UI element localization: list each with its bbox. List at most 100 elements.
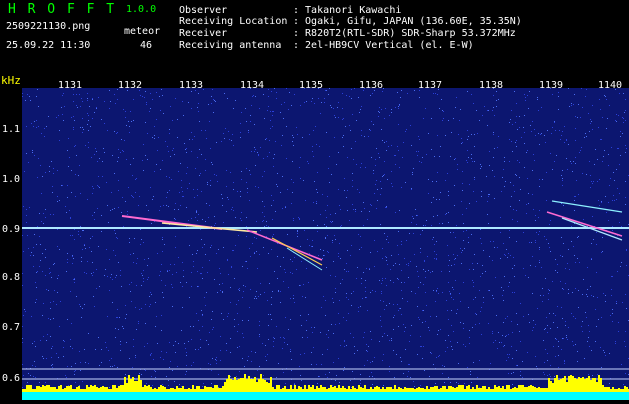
power-bar <box>50 387 52 392</box>
noise-speck <box>216 175 217 176</box>
noise-speck <box>372 361 373 362</box>
noise-speck <box>525 97 526 98</box>
noise-speck <box>357 350 358 351</box>
power-bar <box>256 382 258 392</box>
noise-speck <box>502 295 503 296</box>
noise-speck <box>413 218 414 219</box>
noise-speck <box>331 324 332 325</box>
noise-speck <box>226 350 227 351</box>
noise-speck <box>271 195 272 196</box>
power-bar <box>150 387 152 392</box>
noise-speck <box>79 385 80 386</box>
noise-speck <box>611 289 612 290</box>
noise-speck <box>178 209 179 210</box>
noise-speck <box>74 278 75 279</box>
noise-speck <box>36 120 37 121</box>
noise-speck <box>145 122 146 123</box>
noise-speck <box>511 346 512 347</box>
noise-speck <box>215 223 216 224</box>
noise-speck <box>86 273 87 274</box>
noise-speck <box>425 292 426 293</box>
noise-speck <box>436 199 437 200</box>
noise-speck <box>249 248 250 249</box>
noise-speck <box>118 149 119 150</box>
noise-speck <box>391 183 392 184</box>
power-bar <box>186 389 188 392</box>
noise-speck <box>186 365 187 366</box>
power-bar <box>110 389 112 392</box>
noise-speck <box>461 201 462 202</box>
noise-speck <box>147 279 148 280</box>
noise-speck <box>277 173 278 174</box>
noise-speck <box>325 238 326 239</box>
power-bar <box>618 388 620 392</box>
noise-speck <box>70 235 71 236</box>
power-bar <box>294 385 296 392</box>
noise-speck <box>511 196 512 197</box>
noise-speck <box>451 346 452 347</box>
noise-speck <box>567 169 568 170</box>
noise-speck <box>253 95 254 96</box>
noise-speck <box>205 254 206 255</box>
power-bar <box>366 389 368 392</box>
noise-speck <box>98 246 99 247</box>
noise-speck <box>22 342 23 343</box>
noise-speck <box>259 108 260 109</box>
noise-speck <box>36 272 37 273</box>
noise-speck <box>463 282 464 283</box>
noise-speck <box>109 360 110 361</box>
noise-speck <box>558 96 559 97</box>
noise-speck <box>394 315 395 316</box>
noise-speck <box>523 268 524 269</box>
noise-speck <box>22 285 23 286</box>
noise-speck <box>327 251 328 252</box>
noise-speck <box>535 242 536 243</box>
power-bar <box>174 389 176 392</box>
power-bar <box>520 385 522 392</box>
noise-speck <box>494 148 495 149</box>
noise-speck <box>620 155 621 156</box>
noise-speck <box>471 134 472 135</box>
noise-speck <box>461 138 462 139</box>
noise-speck <box>333 302 334 303</box>
noise-speck <box>284 338 285 339</box>
noise-speck <box>191 218 192 219</box>
noise-speck <box>493 88 494 89</box>
noise-speck <box>395 155 396 156</box>
noise-speck <box>445 135 446 136</box>
noise-speck <box>361 211 362 212</box>
noise-speck <box>57 201 58 202</box>
noise-speck <box>74 374 75 375</box>
noise-speck <box>473 282 474 283</box>
noise-speck <box>537 97 538 98</box>
noise-speck <box>172 370 173 371</box>
noise-speck <box>461 143 462 144</box>
noise-speck <box>626 249 627 250</box>
noise-speck <box>461 263 462 264</box>
noise-speck <box>492 295 493 296</box>
power-bar <box>364 385 366 392</box>
noise-speck <box>571 313 572 314</box>
power-bar <box>130 379 132 392</box>
noise-speck <box>25 311 26 312</box>
noise-speck <box>385 207 386 208</box>
noise-speck <box>129 358 130 359</box>
noise-speck <box>196 212 197 213</box>
noise-speck <box>273 111 274 112</box>
power-bar <box>230 379 232 392</box>
noise-speck <box>289 92 290 93</box>
noise-speck <box>602 251 603 252</box>
noise-speck <box>143 281 144 282</box>
noise-speck <box>364 208 365 209</box>
noise-speck <box>50 319 51 320</box>
noise-speck <box>26 126 27 127</box>
noise-speck <box>211 383 212 384</box>
power-bar <box>406 388 408 392</box>
noise-speck <box>214 279 215 280</box>
noise-speck <box>118 207 119 208</box>
noise-speck <box>202 315 203 316</box>
noise-speck <box>327 349 328 350</box>
noise-speck <box>36 287 37 288</box>
power-bar <box>36 386 38 392</box>
noise-speck <box>377 251 378 252</box>
